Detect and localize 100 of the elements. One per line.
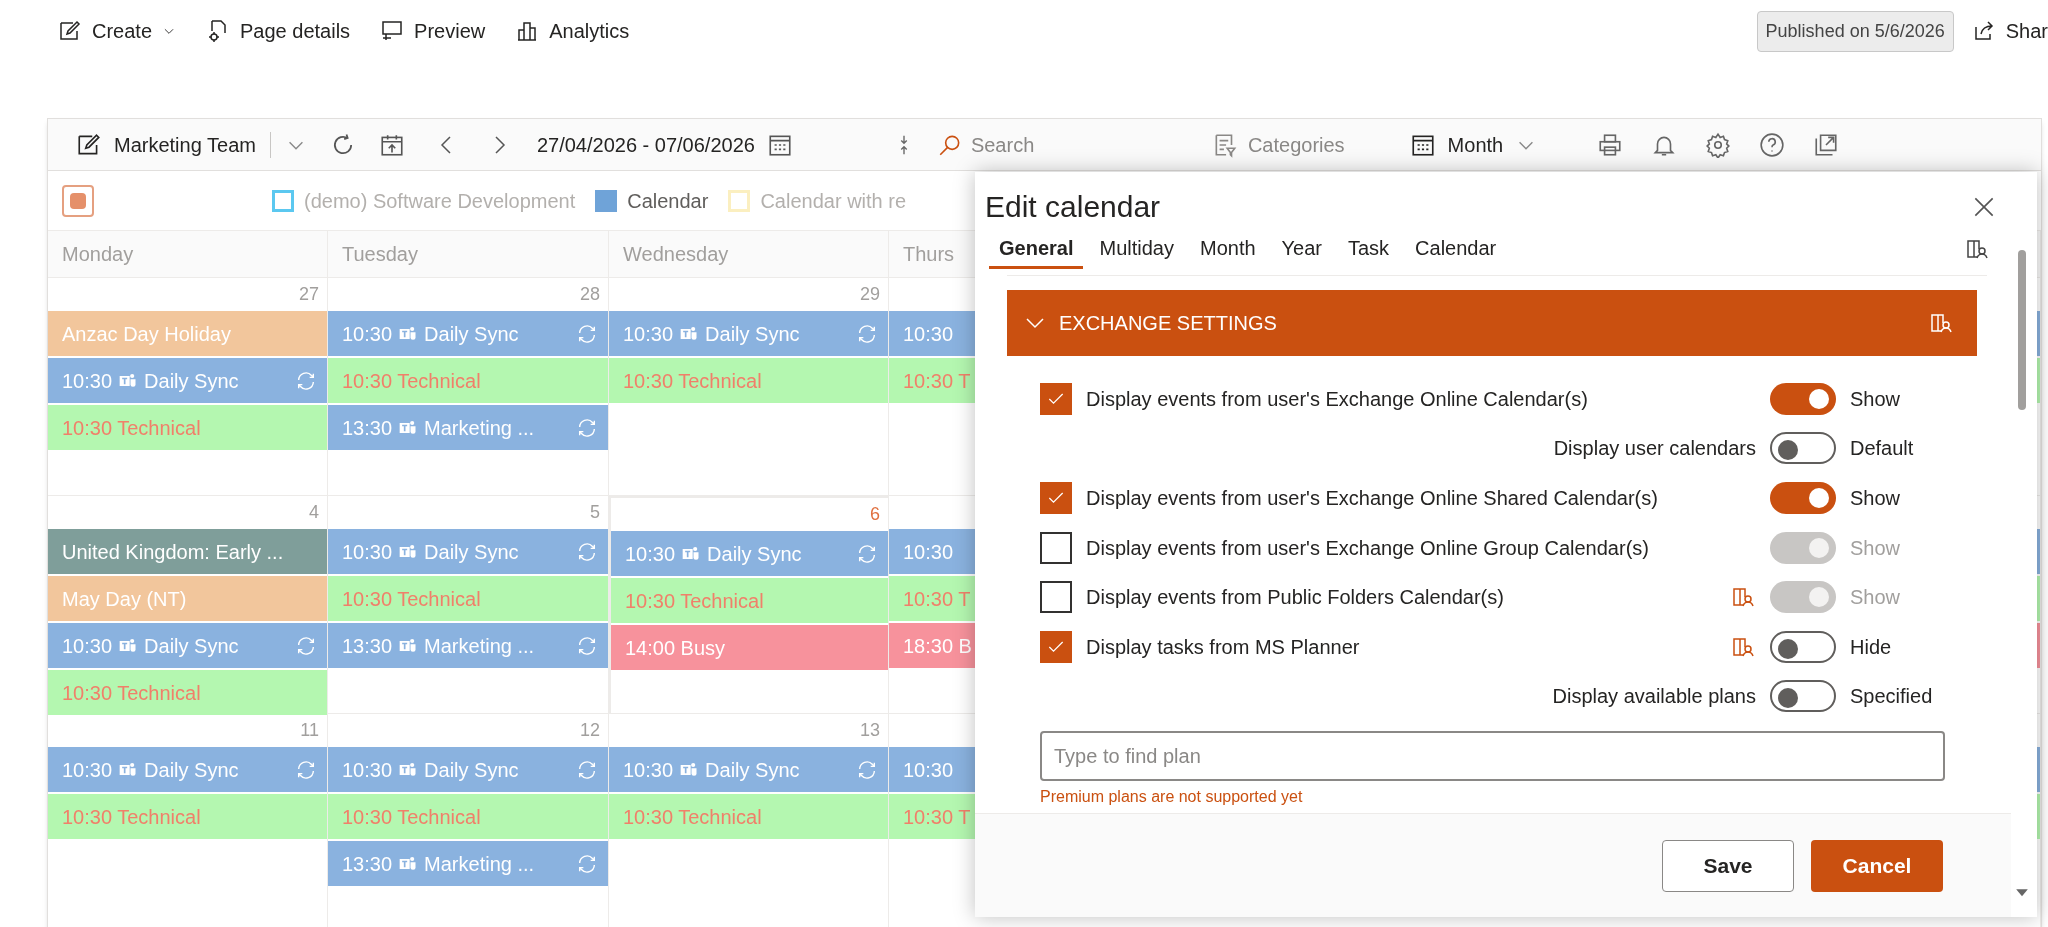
event-title: Daily Sync <box>707 541 802 567</box>
event-time: 10:30 <box>625 541 676 567</box>
event-bar[interactable]: 10:30 Technical <box>328 358 608 403</box>
settings-icon[interactable] <box>1705 131 1732 158</box>
scrollbar-thumb[interactable] <box>2018 250 2026 410</box>
search-field[interactable]: Search <box>970 129 1171 160</box>
toggle-switch[interactable] <box>1770 482 1836 514</box>
event-time: 10:30 <box>623 757 674 783</box>
tab[interactable]: Month <box>1189 229 1266 269</box>
event-bar[interactable]: 13:30 Marketing ... <box>328 405 608 450</box>
day-number: 12 <box>579 719 600 742</box>
event-bar[interactable]: 13:30 Marketing ... <box>328 841 608 886</box>
dialog-button[interactable]: Cancel <box>1811 839 1943 892</box>
event-title: 10:30 T <box>903 586 971 612</box>
day-number: 29 <box>859 283 880 306</box>
legend-label[interactable]: Calendar with re <box>760 185 907 216</box>
event-time: 10:30 <box>62 368 113 394</box>
calendar-name-button[interactable]: Marketing Team <box>76 129 256 160</box>
view-dropdown[interactable]: Month <box>1409 129 1538 160</box>
checkbox[interactable] <box>1040 581 1072 614</box>
day-header: Wednesday <box>623 242 729 267</box>
event-bar[interactable]: 14:00 Busy <box>611 625 888 670</box>
day-cell[interactable]: 29 10:30 Daily Sync 10:30 Technical <box>609 278 889 496</box>
toggle-all-checkbox[interactable] <box>62 184 94 217</box>
event-title: Daily Sync <box>424 757 519 783</box>
date-range: 27/04/2026 - 07/06/2026 <box>536 132 755 158</box>
legend-label[interactable]: Calendar <box>627 185 709 216</box>
checkbox[interactable] <box>1040 382 1072 415</box>
pencil-square-icon <box>58 19 82 43</box>
event-bar[interactable]: 10:30 Technical <box>609 358 888 403</box>
toggle-label: Default <box>1850 436 1915 462</box>
day-number: 28 <box>579 283 600 306</box>
event-title: May Day (NT) <box>62 586 187 612</box>
toolbar-button[interactable]: Analytics <box>515 16 630 46</box>
event-bar[interactable]: May Day (NT) <box>48 576 327 621</box>
help-icon[interactable] <box>1759 131 1786 158</box>
event-time: 10:30 <box>903 757 954 783</box>
day-header: Monday <box>62 242 134 267</box>
day-cell[interactable]: 13 10:30 Daily Sync 10:30 Technical <box>609 714 889 927</box>
dialog-title: Edit calendar <box>985 189 1161 225</box>
day-cell[interactable]: 12 10:30 Daily Sync 10:30 Technical 13:30 Marketing ... <box>328 714 609 927</box>
event-bar[interactable]: 10:30 Technical <box>48 405 327 450</box>
section-header[interactable]: EXCHANGE SETTINGS <box>1007 290 1977 356</box>
toggle-label: Show <box>1850 486 1902 511</box>
event-bar[interactable]: 10:30 Technical <box>48 670 327 715</box>
tab[interactable]: General <box>989 229 1084 269</box>
event-bar[interactable]: 10:30 Daily Sync <box>609 747 888 792</box>
event-bar[interactable]: Anzac Day Holiday <box>48 311 327 356</box>
toggle-switch[interactable] <box>1770 680 1836 713</box>
book-person-icon[interactable] <box>1965 237 1989 261</box>
tab[interactable]: Calendar <box>1405 229 1507 269</box>
toolbar-button[interactable]: Page details <box>206 16 351 46</box>
toggle-switch[interactable] <box>1770 432 1836 465</box>
event-bar[interactable]: 10:30 Daily Sync <box>609 311 888 356</box>
printer-icon[interactable] <box>1597 131 1624 158</box>
event-bar[interactable]: 10:30 Technical <box>328 794 608 839</box>
plan-search-field[interactable]: Type to find plan <box>1040 731 1945 782</box>
toolbar-button[interactable]: Preview <box>380 16 486 46</box>
event-bar[interactable]: 10:30 Daily Sync <box>48 747 327 792</box>
event-title: Marketing ... <box>424 851 535 877</box>
event-bar[interactable]: 13:30 Marketing ... <box>328 623 608 668</box>
event-bar[interactable]: 10:30 Technical <box>611 578 888 623</box>
tab[interactable]: Year <box>1271 229 1332 269</box>
event-bar[interactable]: 10:30 Daily Sync <box>328 747 608 792</box>
day-number: 27 <box>298 283 319 306</box>
event-bar[interactable]: United Kingdom: Early ... <box>48 529 327 574</box>
day-cell[interactable]: 27 Anzac Day Holiday 10:30 Daily Sync 10:30 Technical <box>48 278 328 496</box>
categories-button[interactable]: Categories <box>1211 129 1345 160</box>
legend-label[interactable]: (demo) Software Development <box>304 185 576 216</box>
day-cell[interactable]: 28 10:30 Daily Sync 10:30 Technical 13:30 Marketing ... <box>328 278 609 496</box>
event-bar[interactable]: 10:30 Daily Sync <box>328 529 608 574</box>
day-number: 11 <box>300 719 319 742</box>
toolbar-button[interactable]: Create <box>58 16 177 46</box>
event-bar[interactable]: 10:30 Technical <box>328 576 608 621</box>
event-title: 10:30 Technical <box>623 804 762 830</box>
tab[interactable]: Multiday <box>1089 229 1184 269</box>
toggle-switch[interactable] <box>1770 382 1836 415</box>
toggle-switch[interactable] <box>1770 630 1836 663</box>
share-button[interactable]: Shar <box>1971 16 2048 46</box>
event-title: Daily Sync <box>705 321 800 347</box>
event-bar[interactable]: 10:30 Technical <box>48 794 327 839</box>
checkbox[interactable] <box>1040 630 1072 663</box>
day-cell[interactable]: 5 10:30 Daily Sync 10:30 Technical 13:30 Marketing ... <box>328 496 609 714</box>
tab[interactable]: Task <box>1338 229 1400 269</box>
event-bar[interactable]: 10:30 Daily Sync <box>328 311 608 356</box>
event-bar[interactable]: 10:30 Technical <box>609 794 888 839</box>
day-cell[interactable]: 11 10:30 Daily Sync 10:30 Technical <box>48 714 328 927</box>
event-bar[interactable]: 10:30 Daily Sync <box>48 623 327 668</box>
popout-icon[interactable] <box>1813 131 1840 158</box>
checkbox[interactable] <box>1040 531 1072 564</box>
event-bar[interactable]: 10:30 Daily Sync <box>48 358 327 403</box>
day-cell[interactable]: 6 10:30 Daily Sync 10:30 Technical 14:00 Busy <box>609 496 889 714</box>
day-cell[interactable]: 4 United Kingdom: Early ... May Day (NT) 10:30 Daily Sync 10:30 Technical <box>48 496 328 714</box>
event-time: 13:30 <box>342 633 393 659</box>
event-title: Daily Sync <box>144 368 239 394</box>
event-title: 10:30 T <box>903 368 971 394</box>
checkbox[interactable] <box>1040 482 1072 514</box>
event-bar[interactable]: 10:30 Daily Sync <box>611 531 888 576</box>
event-title: 10:30 Technical <box>342 586 481 612</box>
dialog-button[interactable]: Save <box>1662 839 1794 892</box>
